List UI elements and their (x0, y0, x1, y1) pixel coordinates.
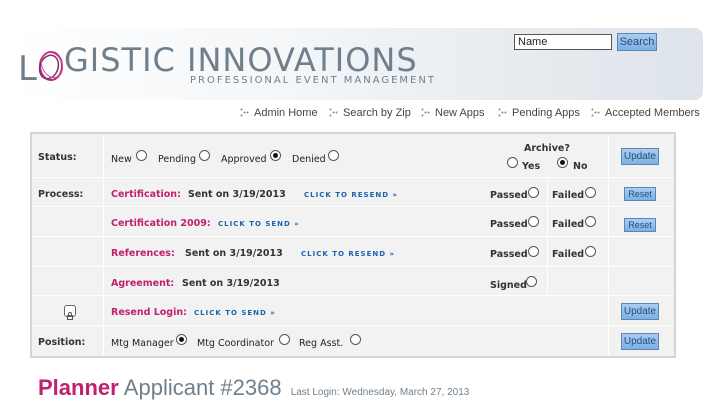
title-role: Planner (38, 375, 119, 400)
failed-radio[interactable] (585, 187, 596, 198)
archive-cell (488, 134, 609, 177)
status-label: Status: (38, 152, 77, 163)
passed-radio[interactable] (528, 187, 539, 198)
position-reg-asst-radio[interactable] (350, 334, 361, 345)
row-label-cell (32, 237, 104, 266)
process-row: Agreement: Sent on 3/19/2013 Signed (32, 267, 674, 296)
passed-label: Passed (490, 219, 528, 230)
status-approved-radio[interactable] (270, 150, 281, 161)
process-row: Certification 2009: CLICK TO SEND » Pass… (32, 207, 674, 237)
logo-letter: L (18, 49, 37, 89)
position-label: Position: (38, 337, 86, 348)
archive-no-radio[interactable] (557, 157, 568, 168)
process-label: Process: (38, 189, 84, 200)
status-option-label: New (111, 154, 132, 165)
status-new-radio[interactable] (136, 150, 147, 161)
dotted-arrow-icon (329, 108, 338, 117)
status-pending-radio[interactable] (199, 150, 210, 161)
status-option-label: Approved (221, 154, 267, 165)
reset-button[interactable]: Reset (624, 187, 656, 201)
process-item-name: Certification: (111, 189, 181, 200)
process-item-sent: Sent on 3/19/2013 (188, 189, 286, 200)
row-label-cell (32, 207, 104, 236)
logo-wordmark: GISTIC INNOVATIONS (64, 41, 418, 79)
dotted-arrow-icon (498, 108, 507, 117)
process-item-name: References: (111, 248, 175, 259)
search-input[interactable] (514, 34, 612, 50)
page-title: Planner Applicant #2368 Last Login: Wedn… (38, 375, 469, 401)
resend-login-label: Resend Login: (111, 307, 187, 318)
status-update-button[interactable]: Update (621, 148, 659, 165)
process-row: Process: Certification: Sent on 3/19/201… (32, 178, 674, 207)
position-mtg-manager-radio[interactable] (176, 334, 187, 345)
nav-item-search-by-zip[interactable]: Search by Zip (329, 107, 411, 119)
send-login-link[interactable]: CLICK TO SEND » (194, 309, 276, 317)
empty-cell (488, 326, 609, 356)
dotted-arrow-icon (421, 108, 430, 117)
process-item-sent: Sent on 3/19/2013 (182, 278, 280, 289)
status-option-label: Denied (292, 154, 326, 165)
position-row: Position: Mtg Manager Mtg Coordinator Re… (32, 326, 674, 356)
lock-icon (64, 305, 76, 320)
dotted-arrow-icon (240, 108, 249, 117)
resend-login-update-button[interactable]: Update (621, 303, 659, 320)
failed-radio[interactable] (585, 246, 596, 257)
process-item-sent: Sent on 3/19/2013 (185, 248, 283, 259)
title-applicant: Applicant #2368 (123, 375, 282, 400)
status-option-label: Pending (158, 154, 196, 165)
nav-label: Pending Apps (512, 107, 580, 119)
applicant-panel: Status: New Pending Approved Denied Arch… (30, 132, 676, 358)
resend-login-row: Resend Login: CLICK TO SEND » Update (32, 296, 674, 326)
passed-label: Passed (490, 190, 528, 201)
nav-item-pending-apps[interactable]: Pending Apps (498, 107, 580, 119)
position-option-label: Reg Asst. (299, 338, 344, 349)
logo-tagline: PROFESSIONAL EVENT MANAGEMENT (190, 75, 436, 86)
archive-no-label: No (573, 161, 588, 172)
failed-label: Failed (552, 190, 585, 201)
process-item-name: Agreement: (111, 278, 175, 289)
position-option-label: Mtg Coordinator (197, 338, 274, 349)
archive-yes-label: Yes (522, 161, 541, 172)
page: L GISTIC INNOVATIONS PROFESSIONAL EVENT … (0, 0, 709, 407)
resend-link[interactable]: CLICK TO RESEND » (304, 191, 398, 199)
nav-item-accepted-members[interactable]: Accepted Members (591, 107, 700, 119)
process-item-name: Certification 2009: (111, 218, 211, 229)
failed-label: Failed (552, 249, 585, 260)
position-update-button[interactable]: Update (621, 333, 659, 350)
archive-label: Archive? (524, 143, 570, 154)
nav-label: Admin Home (254, 107, 318, 119)
nav-label: New Apps (435, 107, 485, 119)
signed-radio[interactable] (526, 276, 537, 287)
failed-radio[interactable] (585, 216, 596, 227)
row-label-cell (32, 267, 104, 295)
nav-label: Search by Zip (343, 107, 411, 119)
empty-cell (488, 296, 609, 325)
archive-yes-radio[interactable] (507, 157, 518, 168)
search-button[interactable]: Search (617, 33, 657, 51)
status-row: Status: New Pending Approved Denied Arch… (32, 134, 674, 178)
position-mtg-coordinator-radio[interactable] (279, 334, 290, 345)
dotted-arrow-icon (591, 108, 600, 117)
passed-label: Passed (490, 249, 528, 260)
send-link[interactable]: CLICK TO SEND » (218, 220, 300, 228)
empty-cell (548, 267, 609, 295)
nav-item-admin-home[interactable]: Admin Home (240, 107, 318, 119)
nav-label: Accepted Members (605, 107, 700, 119)
reset-button[interactable]: Reset (624, 218, 656, 232)
passed-radio[interactable] (528, 216, 539, 227)
lock-glyph (67, 312, 73, 320)
last-login: Last Login: Wednesday, March 27, 2013 (290, 387, 470, 398)
passed-radio[interactable] (528, 246, 539, 257)
logo-swirl-icon: L (18, 49, 64, 89)
status-denied-radio[interactable] (328, 150, 339, 161)
process-row: References: Sent on 3/19/2013 CLICK TO R… (32, 237, 674, 267)
position-option-label: Mtg Manager (111, 338, 174, 349)
failed-label: Failed (552, 219, 585, 230)
nav-item-new-apps[interactable]: New Apps (421, 107, 485, 119)
signed-label: Signed (490, 280, 527, 291)
resend-link[interactable]: CLICK TO RESEND » (301, 250, 395, 258)
